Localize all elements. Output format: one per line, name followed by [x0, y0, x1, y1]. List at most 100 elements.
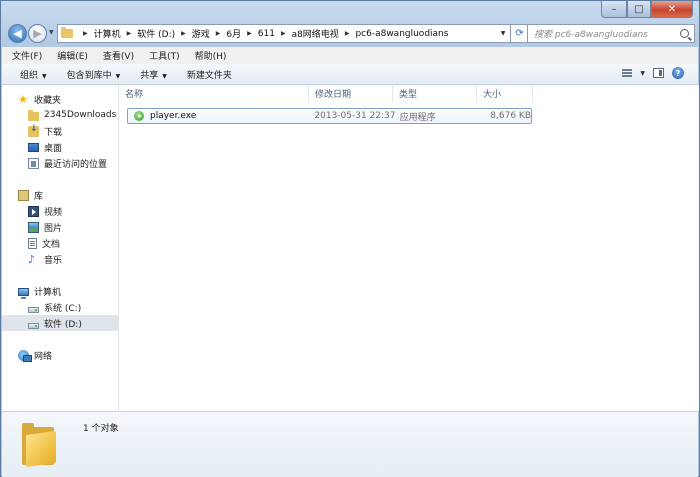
- details-pane: 1 个对象: [2, 411, 698, 477]
- network-icon: [18, 349, 32, 362]
- view-options-dropdown[interactable]: ▼: [640, 70, 645, 77]
- document-icon: [28, 237, 37, 249]
- nav-item-label: 最近访问的位置: [44, 159, 108, 170]
- column-header-modified[interactable]: 修改日期: [309, 85, 393, 102]
- view-tools: ▼ ?: [622, 67, 684, 79]
- address-dropdown[interactable]: ▼: [497, 24, 509, 43]
- nav-item-label: 2345Downloads: [44, 110, 117, 120]
- close-button[interactable]: ✕: [651, 1, 693, 18]
- star-icon: ★: [18, 92, 28, 106]
- recent-places-icon: [28, 157, 39, 169]
- preview-pane-icon[interactable]: [653, 68, 664, 78]
- command-bar: 组织 ▼ 包含到库中 ▼ 共享 ▼ 新建文件夹 ▼ ?: [2, 64, 698, 85]
- chevron-right-icon[interactable]: ▶: [281, 30, 286, 37]
- folder-icon: [28, 109, 39, 121]
- navigation-bar: ◀ ▶ ▼ ▶ 计算机 ▶ 软件 (D:) ▶ 游戏 ▶ 6月 ▶ 611 ▶ …: [7, 23, 695, 45]
- search-icon[interactable]: [680, 29, 689, 38]
- forward-button[interactable]: ▶: [28, 24, 47, 43]
- breadcrumb-games[interactable]: 游戏: [192, 27, 210, 40]
- chevron-right-icon[interactable]: ▶: [247, 30, 252, 37]
- file-list: 名称 修改日期 类型 大小 player.exe 2013-05-31 22:3…: [119, 85, 699, 411]
- menu-file[interactable]: 文件(F): [12, 49, 42, 62]
- desktop-icon: [28, 142, 39, 152]
- column-header-type[interactable]: 类型: [393, 85, 477, 102]
- breadcrumb-drive-d[interactable]: 软件 (D:): [137, 27, 175, 40]
- chevron-down-icon: ▼: [115, 72, 121, 80]
- share-label: 共享: [140, 70, 159, 81]
- video-icon: [28, 205, 39, 217]
- recent-pages-dropdown[interactable]: ▼: [49, 29, 54, 36]
- nav-computer[interactable]: 计算机: [2, 283, 134, 299]
- explorer-window: – □ ✕ ◀ ▶ ▼ ▶ 计算机 ▶ 软件 (D:) ▶ 游戏 ▶ 6月 ▶ …: [0, 0, 700, 477]
- drive-icon: [28, 307, 39, 313]
- organize-button[interactable]: 组织 ▼: [20, 68, 47, 81]
- breadcrumb-611[interactable]: 611: [258, 29, 275, 39]
- search-input[interactable]: 搜索 pc6-a8wangluodians: [527, 24, 695, 43]
- nav-computer-label: 计算机: [34, 287, 62, 298]
- chevron-down-icon: ▼: [42, 72, 47, 80]
- share-button[interactable]: 共享 ▼: [140, 68, 167, 81]
- chevron-right-icon[interactable]: ▶: [216, 30, 221, 37]
- forward-arrow-icon: ▶: [33, 27, 42, 40]
- menu-help[interactable]: 帮助(H): [195, 49, 227, 62]
- chevron-right-icon[interactable]: ▶: [345, 30, 350, 37]
- downloads-icon: [28, 124, 39, 137]
- nav-network[interactable]: 网络: [2, 347, 134, 363]
- column-headers: 名称 修改日期 类型 大小: [119, 85, 533, 102]
- menu-tools[interactable]: 工具(T): [149, 49, 180, 62]
- nav-item-label: 软件 (D:): [44, 319, 82, 330]
- column-header-name[interactable]: 名称: [119, 85, 309, 102]
- file-size: 8,676 KB: [490, 111, 531, 121]
- menu-edit[interactable]: 编辑(E): [57, 49, 88, 62]
- maximize-button[interactable]: □: [627, 1, 651, 18]
- music-note-icon: ♪: [28, 252, 36, 266]
- file-name: player.exe: [150, 111, 197, 121]
- column-header-size[interactable]: 大小: [477, 85, 533, 102]
- breadcrumb-june[interactable]: 6月: [226, 27, 241, 40]
- address-bar[interactable]: ▶ 计算机 ▶ 软件 (D:) ▶ 游戏 ▶ 6月 ▶ 611 ▶ a8网络电视…: [57, 24, 535, 43]
- folder-icon: [61, 27, 73, 38]
- nav-item-label: 视频: [44, 207, 63, 218]
- organize-label: 组织: [20, 70, 39, 81]
- drive-icon: [28, 323, 39, 329]
- menu-bar: 文件(F) 编辑(E) 查看(V) 工具(T) 帮助(H): [2, 47, 698, 65]
- window-controls: – □ ✕: [601, 1, 693, 18]
- navigation-pane: ★ 收藏夹 2345Downloads 下载 桌面 最近访问的位置 库 视频: [2, 85, 144, 411]
- change-view-icon[interactable]: [622, 69, 633, 77]
- back-arrow-icon: ◀: [13, 27, 22, 40]
- minimize-button[interactable]: –: [601, 1, 627, 18]
- nav-item-label: 音乐: [44, 255, 63, 266]
- breadcrumb-computer[interactable]: 计算机: [94, 27, 121, 40]
- nav-libraries[interactable]: 库: [2, 187, 134, 203]
- breadcrumb-a8tv[interactable]: a8网络电视: [292, 27, 339, 40]
- pictures-icon: [28, 221, 39, 233]
- file-type: 应用程序: [399, 112, 436, 123]
- back-button[interactable]: ◀: [8, 24, 27, 43]
- include-in-library-button[interactable]: 包含到库中 ▼: [67, 68, 121, 81]
- search-placeholder: 搜索 pc6-a8wangluodians: [534, 30, 648, 40]
- chevron-right-icon[interactable]: ▶: [127, 30, 132, 37]
- nav-libraries-label: 库: [34, 191, 44, 202]
- item-count: 1 个对象: [83, 424, 119, 434]
- nav-item-label: 系统 (C:): [44, 303, 82, 314]
- nav-item-label: 下载: [44, 127, 63, 138]
- library-icon: [18, 189, 29, 201]
- include-in-library-label: 包含到库中: [66, 70, 112, 81]
- new-folder-button[interactable]: 新建文件夹: [187, 68, 232, 81]
- chevron-right-icon[interactable]: ▶: [83, 30, 88, 37]
- nav-item-label: 图片: [44, 223, 63, 234]
- computer-icon: [18, 288, 29, 299]
- nav-item-label: 文档: [42, 239, 61, 250]
- table-row[interactable]: player.exe 2013-05-31 22:37 应用程序 8,676 K…: [127, 108, 532, 124]
- file-modified: 2013-05-31 22:37: [314, 111, 396, 121]
- nav-item-label: 桌面: [44, 143, 63, 154]
- application-icon: [134, 111, 144, 121]
- breadcrumb-current-folder[interactable]: pc6-a8wangluodians: [355, 29, 448, 39]
- folder-icon: [22, 421, 58, 468]
- chevron-down-icon: ▼: [162, 72, 167, 80]
- nav-network-label: 网络: [34, 351, 53, 362]
- nav-favorites[interactable]: ★ 收藏夹: [2, 91, 134, 107]
- help-icon[interactable]: ?: [672, 67, 684, 79]
- chevron-right-icon[interactable]: ▶: [181, 30, 186, 37]
- menu-view[interactable]: 查看(V): [103, 49, 134, 62]
